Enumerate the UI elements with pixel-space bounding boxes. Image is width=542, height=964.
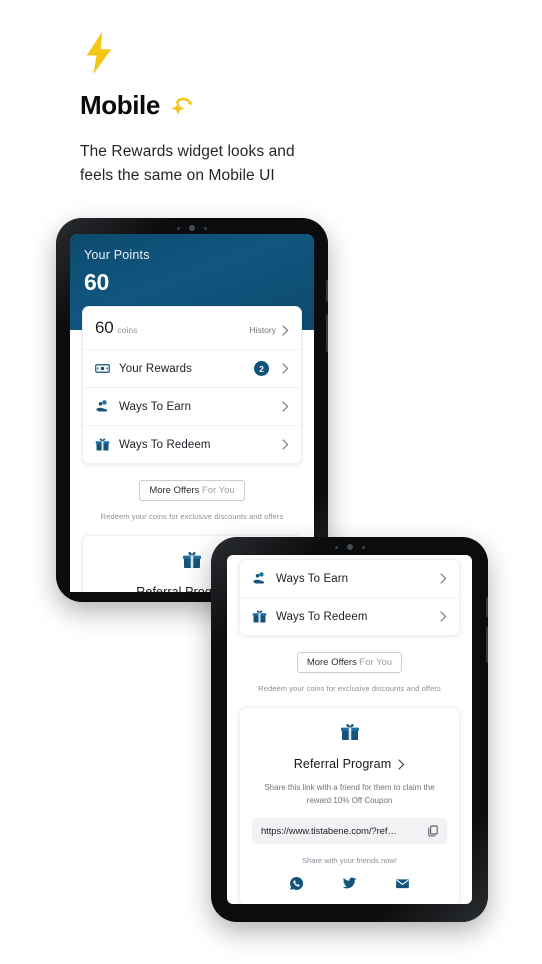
banknote-icon: [95, 364, 110, 373]
camera-dots: [211, 544, 488, 550]
coins-row: 60 coins History: [83, 307, 301, 350]
page-subtitle: The Rewards widget looks and feels the s…: [80, 143, 295, 185]
gift-icon: [183, 552, 201, 568]
chevron-right-icon: [282, 401, 289, 412]
offers-note: Redeem your coins for exclusive discount…: [100, 512, 284, 521]
power-button[interactable]: [326, 314, 328, 352]
points-value: 60: [84, 269, 109, 295]
gift-icon: [95, 438, 110, 451]
referral-link-field[interactable]: https://www.tistabene.com/?ref…: [252, 818, 447, 845]
intro-block: Mobile The Rewards widget looks and feel…: [80, 32, 460, 188]
rewards-card: 60 coins History Your Rewards 2 Ways To …: [82, 306, 302, 464]
lightning-bolt-icon: [86, 32, 112, 74]
referral-link-text: https://www.tistabene.com/?ref…: [261, 825, 397, 837]
more-offers-muted: For You: [201, 485, 235, 496]
more-offers-button[interactable]: More Offers For You: [296, 652, 403, 673]
row-ways-to-redeem[interactable]: Ways To Redeem: [83, 426, 301, 463]
referral-card: Referral Program Share this link with a …: [239, 707, 460, 904]
chevron-right-icon: [282, 363, 289, 374]
row-label: Ways To Redeem: [276, 610, 368, 623]
status-badge: 2: [254, 361, 269, 376]
history-label: History: [249, 325, 276, 335]
more-offers-muted: For You: [359, 657, 393, 668]
camera-dots: [56, 225, 328, 231]
row-label: Ways To Redeem: [119, 438, 211, 451]
whatsapp-icon[interactable]: [289, 876, 304, 891]
volume-button[interactable]: [486, 597, 488, 617]
tablet-device-front: Ways To Earn Ways To Redeem More Offers …: [211, 537, 488, 922]
coins-amount: 60: [95, 318, 114, 337]
chevron-right-icon: [440, 573, 447, 584]
row-ways-to-earn[interactable]: Ways To Earn: [240, 560, 459, 598]
more-offers-strong: More Offers: [306, 657, 357, 668]
points-label: Your Points: [84, 248, 150, 262]
referral-title-row[interactable]: Referral Program: [252, 757, 447, 771]
twitter-icon[interactable]: [342, 876, 357, 891]
chevron-right-icon: [282, 324, 289, 336]
coins-unit: coins: [117, 325, 138, 335]
gift-icon: [252, 610, 267, 623]
volume-button[interactable]: [326, 280, 328, 302]
tablet-screen-front: Ways To Earn Ways To Redeem More Offers …: [227, 555, 472, 904]
row-your-rewards[interactable]: Your Rewards 2: [83, 350, 301, 388]
page-title: Mobile: [80, 92, 460, 118]
offers-zone: More Offers For You Redeem your coins fo…: [82, 464, 302, 535]
rewards-card-partial: Ways To Earn Ways To Redeem: [239, 559, 460, 636]
email-icon[interactable]: [395, 876, 410, 891]
row-ways-to-redeem[interactable]: Ways To Redeem: [240, 598, 459, 635]
row-label: Your Rewards: [119, 362, 193, 375]
power-button[interactable]: [486, 627, 488, 663]
copy-icon[interactable]: [428, 825, 438, 837]
chevron-right-icon: [282, 439, 289, 450]
more-offers-strong: More Offers: [149, 485, 200, 496]
referral-title: Referral Program: [293, 757, 392, 771]
row-label: Ways To Earn: [119, 400, 192, 413]
chevron-right-icon: [440, 611, 447, 622]
offers-note: Redeem your coins for exclusive discount…: [258, 684, 441, 693]
hand-coins-icon: [253, 572, 265, 584]
gift-icon: [340, 724, 359, 740]
social-share-row: [252, 876, 447, 891]
offers-zone: More Offers For You Redeem your coins fo…: [239, 636, 460, 707]
share-note: Share with your friends now!: [302, 856, 397, 866]
history-link[interactable]: History: [249, 324, 289, 336]
widget-body: Ways To Earn Ways To Redeem More Offers …: [227, 559, 472, 904]
chevron-right-icon: [398, 758, 405, 770]
shooting-star-icon: [171, 97, 192, 115]
referral-description: Share this link with a friend for them t…: [264, 783, 435, 806]
coins-balance: 60 coins: [95, 318, 137, 338]
row-label: Ways To Earn: [276, 572, 349, 585]
hand-coins-icon: [96, 400, 108, 412]
row-ways-to-earn[interactable]: Ways To Earn: [83, 388, 301, 426]
more-offers-button[interactable]: More Offers For You: [139, 480, 245, 501]
page-title-text: Mobile: [80, 90, 160, 120]
